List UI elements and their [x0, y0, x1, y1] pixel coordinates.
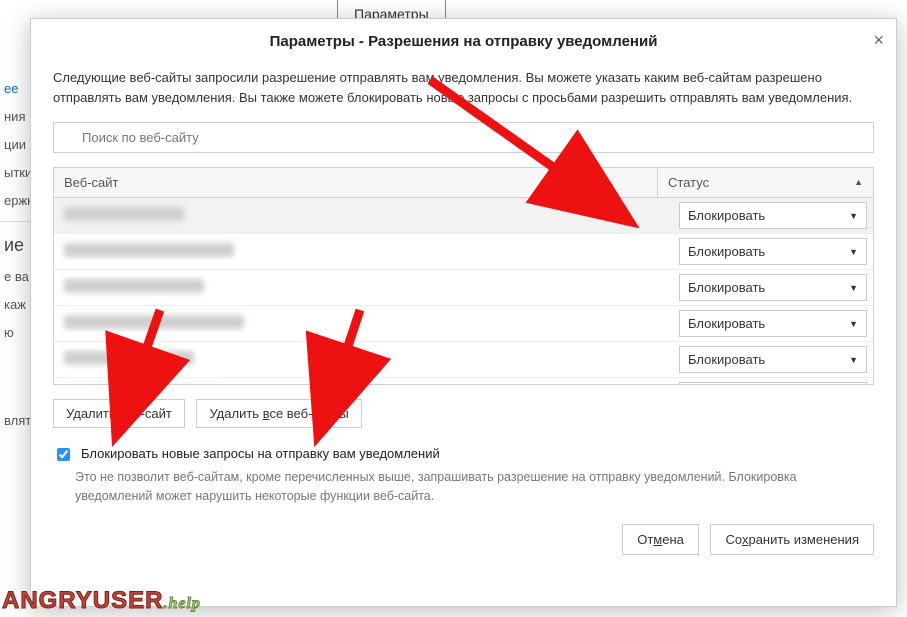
- site-cell: [54, 273, 673, 302]
- table-row[interactable]: Блокировать ▼: [54, 198, 873, 234]
- dialog-footer: Отмена Сохранить изменения: [31, 524, 896, 555]
- sort-icon: ▲: [854, 177, 863, 187]
- chevron-down-icon: ▼: [849, 355, 858, 365]
- site-url-blurred: [64, 351, 194, 365]
- block-new-checkbox[interactable]: [57, 448, 70, 461]
- status-value: Блокировать: [688, 244, 765, 259]
- table-row[interactable]: Блокировать ▼: [54, 234, 873, 270]
- status-value: Блокировать: [688, 280, 765, 295]
- table-row[interactable]: Блокировать▼: [54, 378, 873, 384]
- chevron-down-icon: ▼: [849, 211, 858, 221]
- close-icon[interactable]: ×: [873, 31, 884, 49]
- status-cell: Блокировать ▼: [673, 234, 873, 269]
- watermark-suffix: .help: [163, 595, 200, 612]
- sidebar-frag: влят: [0, 407, 30, 435]
- site-cell: [54, 345, 673, 374]
- chevron-down-icon: ▼: [849, 247, 858, 257]
- block-new-help: Это не позволит веб-сайтам, кроме перечи…: [75, 468, 874, 506]
- status-select[interactable]: Блокировать ▼: [679, 310, 867, 337]
- status-cell: Блокировать ▼: [673, 270, 873, 305]
- block-new-row: Блокировать новые запросы на отправку ва…: [53, 446, 874, 464]
- block-new-label: Блокировать новые запросы на отправку ва…: [81, 446, 440, 461]
- site-url-blurred: [64, 243, 234, 257]
- status-select[interactable]: Блокировать▼: [679, 382, 867, 384]
- status-value: Блокировать: [688, 208, 765, 223]
- site-cell: [54, 201, 673, 230]
- site-cell: [54, 237, 673, 266]
- site-cell: [54, 381, 673, 384]
- table-header: Веб-сайт Статус ▲: [54, 168, 873, 198]
- watermark: ANGRYUSER.help: [2, 587, 201, 615]
- table-row[interactable]: Блокировать ▼: [54, 306, 873, 342]
- site-url-blurred: [64, 207, 184, 221]
- col-status[interactable]: Статус ▲: [657, 168, 873, 197]
- remove-site-button[interactable]: Удалить веб-сайт: [53, 399, 185, 428]
- notifications-permissions-dialog: Параметры - Разрешения на отправку уведо…: [30, 18, 897, 607]
- col-website[interactable]: Веб-сайт: [54, 168, 657, 197]
- sidebar-frag: е ва: [0, 263, 30, 291]
- table-body: Блокировать ▼ Блокировать ▼ Блокировать ▼ Блок…: [54, 198, 873, 384]
- sidebar-frag: ее: [0, 75, 30, 103]
- col-status-label: Статус: [668, 175, 709, 190]
- sidebar-frag: ю: [0, 319, 30, 347]
- watermark-text: ANGRYUSER: [2, 587, 163, 614]
- chevron-down-icon: ▼: [849, 283, 858, 293]
- status-select[interactable]: Блокировать ▼: [679, 346, 867, 373]
- status-select[interactable]: Блокировать ▼: [679, 202, 867, 229]
- cancel-button[interactable]: Отмена: [622, 524, 699, 555]
- dialog-description: Следующие веб-сайты запросили разрешение…: [53, 68, 874, 108]
- search-wrap: [53, 122, 874, 153]
- page-root: Параметры ее ния ции ытки ержка ие е ва …: [0, 0, 907, 617]
- status-cell: Блокировать ▼: [673, 342, 873, 377]
- site-cell: [54, 309, 673, 338]
- remove-all-sites-button[interactable]: Удалить все веб-сайты: [196, 399, 361, 428]
- status-cell: Блокировать ▼: [673, 306, 873, 341]
- dialog-body: Следующие веб-сайты запросили разрешение…: [31, 68, 896, 506]
- sidebar-frag: ие: [0, 229, 30, 263]
- status-cell: Блокировать ▼: [673, 198, 873, 233]
- sidebar-frag: ния: [0, 103, 30, 131]
- save-button[interactable]: Сохранить изменения: [710, 524, 874, 555]
- site-url-blurred: [64, 279, 204, 293]
- sidebar-frag: ержка: [0, 187, 30, 215]
- status-select[interactable]: Блокировать ▼: [679, 274, 867, 301]
- sites-table: Веб-сайт Статус ▲ Блокировать▼Блокироват…: [53, 167, 874, 385]
- table-row[interactable]: Блокировать ▼: [54, 270, 873, 306]
- sidebar-frag: ытки: [0, 159, 30, 187]
- sidebar-frag: каж: [0, 291, 30, 319]
- chevron-down-icon: ▼: [849, 319, 858, 329]
- row-action-buttons: Удалить веб-сайт Удалить все веб-сайты: [53, 399, 874, 428]
- status-value: Блокировать: [688, 316, 765, 331]
- left-sidebar-fragment: ее ния ции ытки ержка ие е ва каж ю влят: [0, 75, 30, 435]
- table-row[interactable]: Блокировать ▼: [54, 342, 873, 378]
- search-input[interactable]: [53, 122, 874, 153]
- status-value: Блокировать: [688, 352, 765, 367]
- status-cell: Блокировать▼: [673, 378, 873, 384]
- status-select[interactable]: Блокировать ▼: [679, 238, 867, 265]
- site-url-blurred: [64, 315, 244, 329]
- sidebar-separator: [0, 221, 30, 223]
- dialog-header: Параметры - Разрешения на отправку уведо…: [31, 19, 896, 60]
- dialog-title: Параметры - Разрешения на отправку уведо…: [270, 33, 658, 50]
- sidebar-frag: ции: [0, 131, 30, 159]
